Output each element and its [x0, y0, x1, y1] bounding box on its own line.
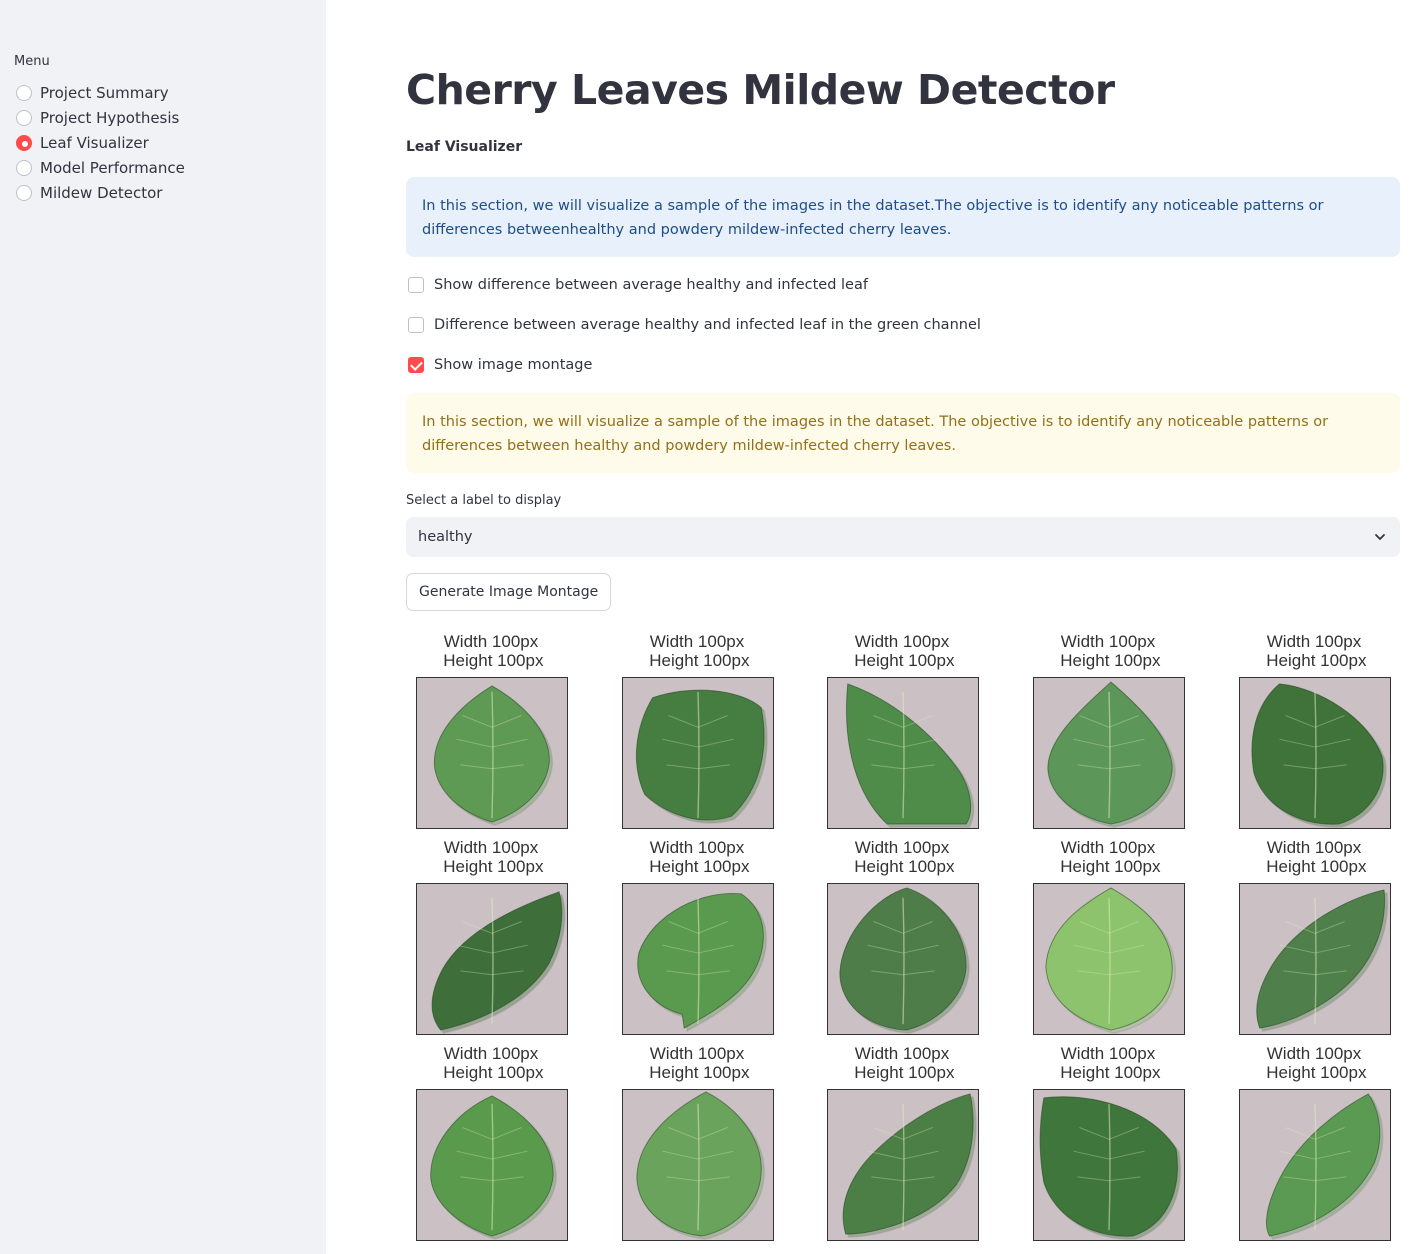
- checkbox-label: Show difference between average healthy …: [434, 277, 868, 293]
- menu-item-label: Mildew Detector: [40, 183, 163, 202]
- image-caption: Width 100px Height 100px: [1266, 632, 1367, 670]
- leaf-image: [827, 883, 979, 1035]
- image-caption: Width 100px Height 100px: [1266, 838, 1367, 876]
- checkbox-icon: [408, 317, 424, 333]
- montage-cell: Width 100px Height 100px: [612, 630, 818, 836]
- image-caption: Width 100px Height 100px: [1266, 1044, 1367, 1082]
- montage-cell: Width 100px Height 100px: [817, 630, 1023, 836]
- montage-cell: Width 100px Height 100px: [612, 836, 818, 1042]
- radio-icon: [16, 109, 32, 126]
- menu-item-project-hypothesis[interactable]: Project Hypothesis: [16, 105, 185, 130]
- image-caption: Width 100px Height 100px: [1060, 1044, 1161, 1082]
- select-value: healthy: [418, 529, 473, 545]
- checkbox-show-difference[interactable]: Show difference between average healthy …: [408, 277, 868, 293]
- menu-item-project-summary[interactable]: Project Summary: [16, 80, 185, 105]
- leaf-graphic: [828, 678, 978, 828]
- image-caption: Width 100px Height 100px: [649, 1044, 750, 1082]
- menu-radio-group: Project Summary Project Hypothesis Leaf …: [16, 80, 185, 205]
- info-alert: In this section, we will visualize a sam…: [406, 177, 1400, 257]
- checkbox-green-channel-difference[interactable]: Difference between average healthy and i…: [408, 317, 981, 333]
- menu-item-label: Model Performance: [40, 158, 185, 177]
- montage-cell: Width 100px Height 100px: [612, 1042, 818, 1248]
- leaf-image: [622, 677, 774, 829]
- menu-item-label: Leaf Visualizer: [40, 133, 149, 152]
- image-caption: Width 100px Height 100px: [854, 632, 955, 670]
- radio-icon: [16, 159, 32, 176]
- leaf-graphic: [1034, 884, 1184, 1034]
- montage-cell: Width 100px Height 100px: [1229, 630, 1427, 836]
- image-caption: Width 100px Height 100px: [443, 1044, 544, 1082]
- image-caption: Width 100px Height 100px: [854, 1044, 955, 1082]
- leaf-image: [416, 883, 568, 1035]
- leaf-image: [827, 677, 979, 829]
- leaf-graphic: [1034, 678, 1184, 828]
- montage-cell: Width 100px Height 100px: [817, 836, 1023, 1042]
- leaf-image: [1239, 883, 1391, 1035]
- leaf-graphic: [1240, 1090, 1390, 1240]
- menu-item-model-performance[interactable]: Model Performance: [16, 155, 185, 180]
- montage-cell: Width 100px Height 100px: [1023, 1042, 1229, 1248]
- leaf-image: [1033, 883, 1185, 1035]
- leaf-graphic: [623, 678, 773, 828]
- montage-cell: Width 100px Height 100px: [1229, 836, 1427, 1042]
- image-caption: Width 100px Height 100px: [854, 838, 955, 876]
- checkbox-checked-icon: [408, 357, 424, 373]
- image-caption: Width 100px Height 100px: [443, 632, 544, 670]
- radio-icon: [16, 84, 32, 101]
- sidebar: Menu Project Summary Project Hypothesis …: [0, 0, 326, 1254]
- warning-alert: In this section, we will visualize a sam…: [406, 393, 1400, 473]
- leaf-image: [1033, 1089, 1185, 1241]
- leaf-image: [416, 677, 568, 829]
- checkbox-label: Difference between average healthy and i…: [434, 317, 981, 333]
- checkbox-label: Show image montage: [434, 357, 593, 373]
- montage-cell: Width 100px Height 100px: [1229, 1042, 1427, 1248]
- leaf-graphic: [1034, 1090, 1184, 1240]
- montage-cell: Width 100px Height 100px: [1023, 836, 1229, 1042]
- montage-cell: Width 100px Height 100px: [1023, 630, 1229, 836]
- image-caption: Width 100px Height 100px: [649, 632, 750, 670]
- leaf-graphic: [828, 1090, 978, 1240]
- chevron-down-icon: [1375, 534, 1385, 540]
- menu-item-label: Project Hypothesis: [40, 108, 180, 127]
- leaf-graphic: [623, 884, 773, 1034]
- image-caption: Width 100px Height 100px: [649, 838, 750, 876]
- menu-item-mildew-detector[interactable]: Mildew Detector: [16, 180, 185, 205]
- leaf-image: [1239, 1089, 1391, 1241]
- menu-label: Menu: [14, 54, 50, 69]
- image-montage: Width 100px Height 100px Width 100px Heig…: [406, 630, 1400, 1250]
- image-caption: Width 100px Height 100px: [1060, 632, 1161, 670]
- radio-icon: [16, 184, 32, 201]
- leaf-graphic: [623, 1090, 773, 1240]
- select-label: Select a label to display: [406, 493, 562, 508]
- section-subtitle: Leaf Visualizer: [406, 139, 523, 155]
- leaf-image: [622, 1089, 774, 1241]
- leaf-graphic: [417, 1090, 567, 1240]
- leaf-image: [622, 883, 774, 1035]
- menu-item-leaf-visualizer[interactable]: Leaf Visualizer: [16, 130, 185, 155]
- montage-cell: Width 100px Height 100px: [406, 630, 612, 836]
- page-title: Cherry Leaves Mildew Detector: [406, 66, 1115, 114]
- leaf-image: [416, 1089, 568, 1241]
- radio-selected-icon: [16, 134, 32, 151]
- montage-cell: Width 100px Height 100px: [817, 1042, 1023, 1248]
- montage-cell: Width 100px Height 100px: [406, 1042, 612, 1248]
- menu-item-label: Project Summary: [40, 83, 169, 102]
- checkbox-icon: [408, 277, 424, 293]
- generate-montage-button[interactable]: Generate Image Montage: [406, 573, 612, 611]
- label-select[interactable]: healthy: [406, 517, 1400, 557]
- leaf-graphic: [417, 678, 567, 828]
- image-caption: Width 100px Height 100px: [443, 838, 544, 876]
- leaf-image: [1239, 677, 1391, 829]
- leaf-graphic: [1240, 884, 1390, 1034]
- leaf-graphic: [417, 884, 567, 1034]
- montage-cell: Width 100px Height 100px: [406, 836, 612, 1042]
- checkbox-show-image-montage[interactable]: Show image montage: [408, 357, 592, 373]
- leaf-graphic: [1240, 678, 1390, 828]
- leaf-image: [827, 1089, 979, 1241]
- image-caption: Width 100px Height 100px: [1060, 838, 1161, 876]
- leaf-graphic: [828, 884, 978, 1034]
- leaf-image: [1033, 677, 1185, 829]
